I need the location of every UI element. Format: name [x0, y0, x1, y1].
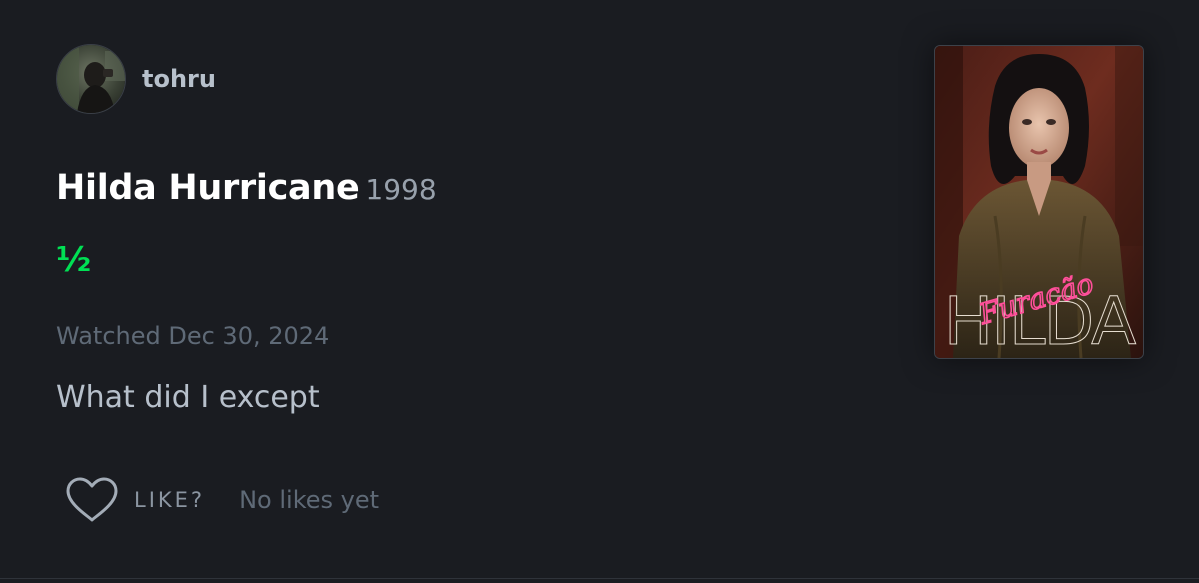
star-rating: ½	[56, 240, 92, 280]
avatar[interactable]	[56, 44, 126, 114]
like-bar: LIKE? No likes yet	[64, 476, 379, 524]
review-text: What did I except	[56, 380, 320, 415]
review-card: tohru Hilda Hurricane 1998 ½ Watched Dec…	[0, 0, 1199, 579]
author-username[interactable]: tohru	[142, 65, 216, 93]
film-year[interactable]: 1998	[365, 173, 436, 206]
film-poster[interactable]: HILDA Furacão	[934, 45, 1144, 359]
like-button[interactable]: LIKE?	[134, 488, 205, 512]
heart-outline-icon[interactable]	[64, 476, 120, 524]
review-author: tohru	[56, 44, 216, 114]
watched-date: Watched Dec 30, 2024	[56, 322, 330, 350]
poster-image: HILDA Furacão	[935, 46, 1143, 358]
likes-count: No likes yet	[239, 486, 380, 514]
film-title-link[interactable]: Hilda Hurricane	[56, 168, 360, 208]
film-heading: Hilda Hurricane 1998	[56, 168, 437, 208]
